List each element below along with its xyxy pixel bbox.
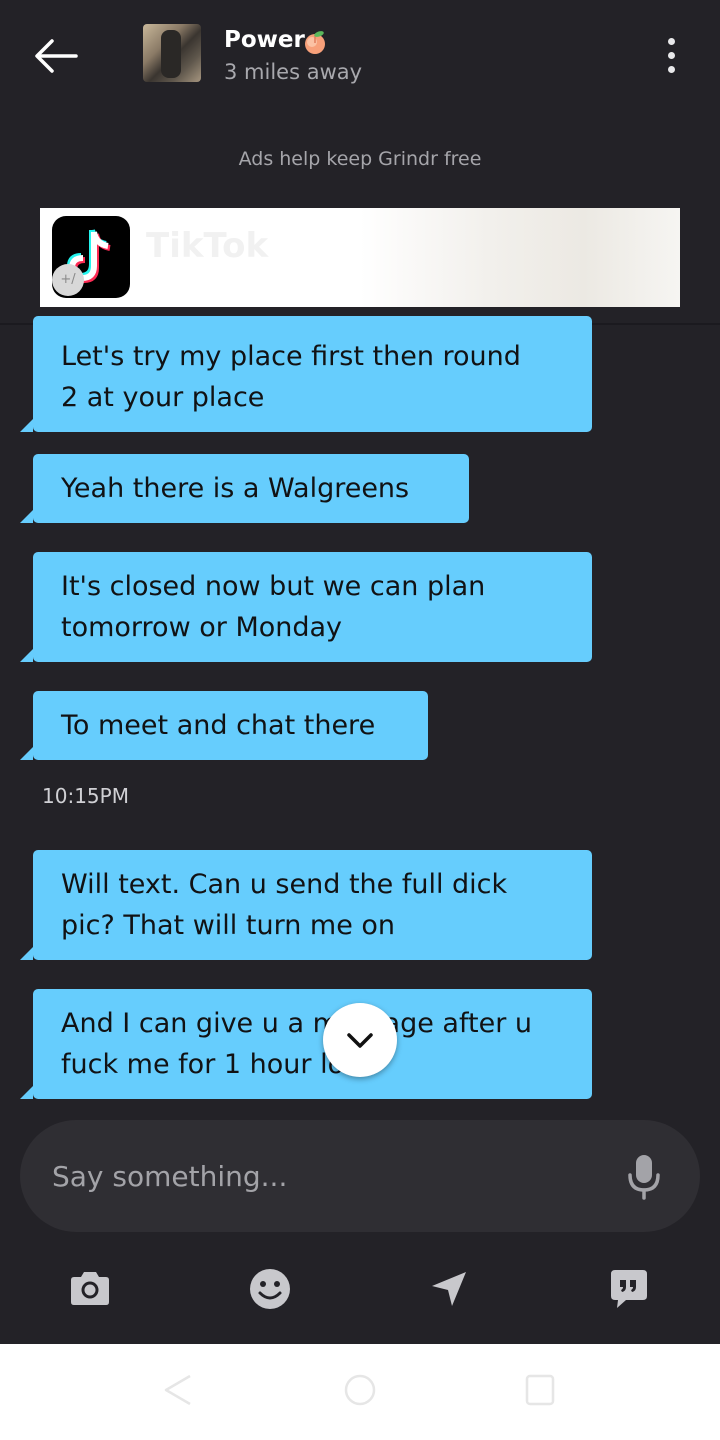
message-timestamp: 10:15PM (42, 784, 129, 808)
message-line: Will text. Can u send the full dick (61, 869, 508, 900)
camera-icon[interactable] (67, 1266, 113, 1312)
nav-recents-icon[interactable] (522, 1370, 558, 1414)
ad-caption: Ads help keep Grindr free (238, 148, 482, 170)
chat-header: Power 3 miles away (0, 0, 720, 110)
nav-home-icon[interactable] (342, 1370, 378, 1414)
profile-distance: 3 miles away (224, 60, 363, 84)
nav-back-icon[interactable] (160, 1370, 196, 1414)
more-vertical-icon[interactable] (656, 34, 686, 78)
message-line: Yeah there is a Walgreens (61, 473, 410, 504)
peach-emoji-icon (302, 29, 328, 55)
emoji-icon[interactable] (247, 1266, 293, 1312)
message-bubble[interactable]: And I can give u a massage after u fuck … (20, 989, 592, 1099)
chevron-down-icon (347, 1033, 373, 1048)
ad-badge: +/ (52, 264, 84, 296)
message-bubble[interactable]: Let's try my place first then round 2 at… (20, 316, 592, 432)
message-bubble[interactable]: Will text. Can u send the full dick pic?… (20, 850, 592, 960)
saved-phrases-icon[interactable] (606, 1266, 652, 1312)
ad-brand: TikTok (146, 226, 269, 266)
message-line: pic? That will turn me on (61, 910, 396, 941)
message-line: Let's try my place first then round (61, 341, 521, 372)
message-input-placeholder[interactable]: Say something... (52, 1160, 287, 1193)
profile-name[interactable]: Power (224, 27, 305, 53)
avatar[interactable] (143, 24, 201, 82)
message-line: To meet and chat there (61, 710, 376, 741)
message-bubble[interactable]: To meet and chat there (20, 691, 428, 760)
message-line: tomorrow or Monday (61, 612, 343, 643)
send-location-icon[interactable] (426, 1266, 472, 1312)
message-bubble[interactable]: Yeah there is a Walgreens (20, 454, 469, 523)
message-bubble[interactable]: It's closed now but we can plan tomorrow… (20, 552, 592, 662)
ad-banner[interactable]: TikTok +/ (40, 208, 680, 307)
back-arrow-icon[interactable] (30, 30, 82, 82)
message-line: 2 at your place (61, 382, 265, 413)
message-line: And I can give u a massage after u (61, 1008, 532, 1039)
scroll-to-bottom-button[interactable] (323, 1003, 397, 1077)
message-line: fuck me for 1 hour lol (61, 1049, 352, 1080)
microphone-icon[interactable] (624, 1152, 664, 1202)
message-line: It's closed now but we can plan (61, 571, 486, 602)
